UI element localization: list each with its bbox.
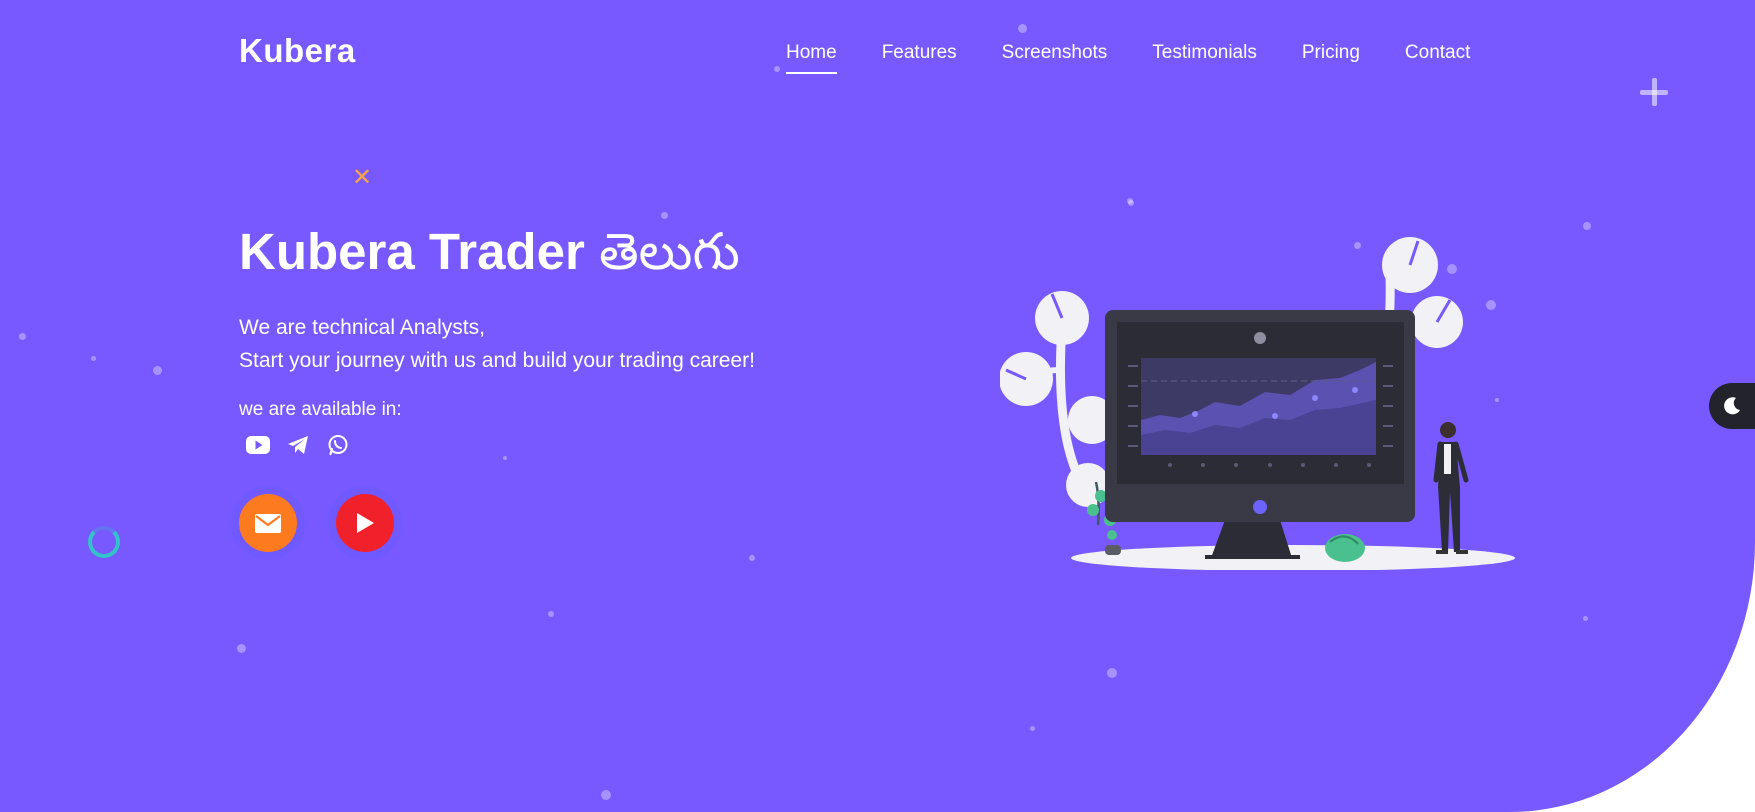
- nav-item-screenshots[interactable]: Screenshots: [1002, 42, 1108, 64]
- plus-decoration-icon: [1640, 78, 1668, 106]
- particle-dot: [1107, 668, 1117, 678]
- particle-dot: [1715, 715, 1721, 721]
- nav-item-testimonials[interactable]: Testimonials: [1152, 42, 1257, 64]
- particle-dot: [1583, 616, 1588, 621]
- hero-subtitle: We are technical Analysts, Start your jo…: [239, 311, 755, 377]
- play-icon: [357, 513, 374, 533]
- particle-dot: [91, 356, 96, 361]
- hero-title-main: Kubera Trader: [239, 223, 585, 280]
- particle-dot: [774, 66, 780, 72]
- mail-icon: [255, 513, 281, 533]
- play-video-button[interactable]: [336, 494, 394, 552]
- nav-item-features[interactable]: Features: [882, 42, 957, 64]
- whatsapp-icon[interactable]: [326, 433, 350, 457]
- site-logo[interactable]: Kubera: [239, 32, 356, 70]
- nav-item-contact[interactable]: Contact: [1405, 42, 1470, 64]
- x-decoration-icon: ✕: [352, 164, 373, 191]
- particle-dot: [749, 555, 755, 561]
- particle-dot: [1128, 200, 1134, 206]
- particle-dot: [153, 366, 162, 375]
- moon-icon: [1724, 397, 1740, 415]
- particle-dot: [601, 790, 611, 800]
- telegram-icon[interactable]: [286, 433, 310, 457]
- trading-monitor-illustration: [1000, 237, 1515, 570]
- available-label: we are available in:: [239, 399, 402, 420]
- particle-dot: [1583, 222, 1591, 230]
- loading-ring-icon: [88, 526, 120, 558]
- nav-item-home[interactable]: Home: [786, 42, 837, 74]
- particle-dot: [237, 644, 246, 653]
- email-button[interactable]: [239, 494, 297, 552]
- hero-subtitle-line1: We are technical Analysts,: [239, 316, 485, 339]
- particle-dot: [548, 611, 554, 617]
- particle-dot: [19, 333, 26, 340]
- main-nav: Home Features Screenshots Testimonials P…: [786, 42, 1515, 74]
- hero-subtitle-line2: Start your journey with us and build you…: [239, 349, 755, 372]
- particle-dot: [1030, 726, 1035, 731]
- particle-dot: [1018, 24, 1027, 33]
- particle-dot: [503, 456, 507, 460]
- nav-item-pricing[interactable]: Pricing: [1302, 42, 1360, 64]
- particle-dot: [661, 212, 668, 219]
- social-links: [246, 433, 350, 457]
- hero-title-telugu: తెలుగు: [598, 223, 740, 282]
- hero-title: Kubera Trader తెలుగు: [239, 222, 740, 294]
- youtube-icon[interactable]: [246, 433, 270, 457]
- hero-section: ✕ Kubera Home Features Screenshots Testi…: [0, 0, 1755, 812]
- theme-toggle-button[interactable]: [1709, 383, 1755, 429]
